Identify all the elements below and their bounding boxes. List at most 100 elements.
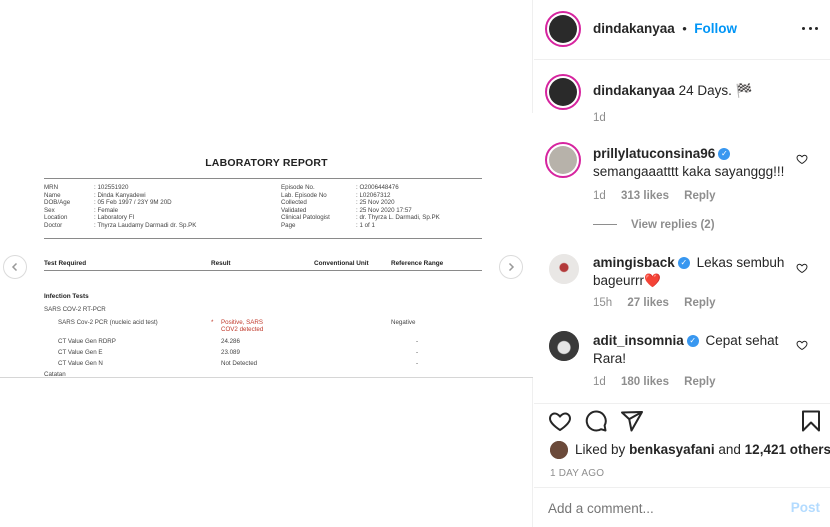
heart-emoji: ❤️ [644, 273, 661, 288]
report-field-value: : 25 Nov 2020 17:57 [356, 206, 412, 214]
caption-time: 1d [593, 112, 606, 124]
report-field-label: Name [44, 191, 61, 199]
report-field-value: : L02067312 [356, 191, 391, 199]
result-reference: - [416, 349, 419, 356]
author-username[interactable]: dindakanyaa [593, 21, 675, 36]
comment-input[interactable] [548, 498, 778, 518]
result-value-line2: COV2 detected [221, 326, 264, 333]
next-slide-button[interactable] [499, 255, 523, 279]
col-unit: Conventional Unit [314, 260, 369, 267]
comment-meta: 1d 313 likes Reply [593, 190, 716, 202]
post-media: LABORATORY REPORT MRN: 102551920 Name: Di… [0, 0, 533, 527]
report-field-value: : Thyrza Laudamy Darmadi dr. Sp.PK [94, 222, 197, 229]
caption: dindakanyaa 24 Days. 🏁 [593, 82, 752, 100]
report-field-label: Clinical Patologist [281, 214, 330, 222]
comment-like-heart-icon[interactable] [796, 262, 808, 274]
reply-button[interactable]: Reply [684, 376, 715, 388]
report-divider [44, 178, 482, 179]
report-field-label: Lab. Episode No [281, 191, 327, 199]
comment-like-heart-icon[interactable] [796, 339, 808, 351]
report-field-value: : O2006448476 [356, 184, 399, 191]
comment-text: semangaaatttt kaka sayanggg!!! [593, 164, 785, 179]
comment: prillylatuconsina96 ✓ semangaaatttt kaka … [593, 145, 793, 181]
verified-icon: ✓ [718, 148, 731, 161]
result-test-name: CT Value Gen RDRP [58, 338, 116, 345]
comment: amingisback ✓ Lekas sembuh bageurrr❤️ [593, 254, 798, 290]
report-field-label: Location [44, 214, 68, 222]
comment-time: 15h [593, 297, 613, 309]
bookmark-icon[interactable] [799, 409, 823, 433]
likes-and: and [718, 442, 741, 457]
comment: adit_insomnia ✓ Cepat sehat Rara! [593, 332, 798, 368]
result-value: 24.286 [221, 338, 240, 345]
report-field-value: : Laboratory FI [94, 214, 135, 222]
comment-username[interactable]: adit_insomnia [593, 333, 684, 348]
more-icon [802, 26, 805, 30]
comment-avatar[interactable] [545, 142, 581, 178]
comment-avatar[interactable] [549, 331, 579, 361]
result-value: 23.089 [221, 349, 240, 356]
report-divider [44, 238, 482, 239]
caption-avatar[interactable] [545, 74, 581, 110]
author-avatar[interactable] [545, 11, 581, 47]
view-replies-label[interactable]: View replies (2) [631, 219, 715, 231]
share-icon[interactable] [620, 409, 644, 433]
caption-username[interactable]: dindakanyaa [593, 83, 675, 98]
post-comment-button[interactable]: Post [791, 500, 820, 515]
comment-icon[interactable] [584, 409, 608, 433]
liker-avatar[interactable] [550, 441, 568, 459]
comment-meta: 15h 27 likes Reply [593, 297, 716, 309]
report-field-label: Doctor [44, 222, 63, 229]
report-field-label: Page [281, 222, 296, 229]
replies-line [593, 224, 617, 226]
section-infection-tests: Infection Tests [44, 293, 89, 300]
result-reference: - [416, 360, 419, 367]
comment-time: 1d [593, 190, 606, 202]
verified-icon: ✓ [686, 335, 699, 348]
result-flag: * [211, 319, 214, 326]
report-field-value: : 25 Nov 2020 [356, 199, 395, 207]
liker-username[interactable]: benkasyafani [629, 442, 715, 457]
heart-icon[interactable] [548, 409, 572, 433]
lab-report-image: LABORATORY REPORT MRN: 102551920 Name: Di… [0, 113, 533, 378]
follow-button[interactable]: Follow [694, 21, 737, 36]
report-field-value: : dr. Thyrza L. Darmadi, Sp.PK [356, 214, 440, 222]
chevron-left-icon [11, 262, 18, 272]
result-test-name: Catatan [44, 371, 66, 378]
liked-by-prefix: Liked by [575, 442, 626, 457]
result-reference: - [416, 338, 419, 345]
report-field-label: MRN [44, 184, 59, 191]
reply-button[interactable]: Reply [684, 190, 715, 202]
result-test-name: SARS Cov-2 PCR (nucleic acid test) [58, 319, 158, 326]
post-sidebar: dindakanyaa • Follow dindakanyaa 24 Days… [534, 0, 830, 527]
col-test-required: Test Required [44, 260, 87, 267]
col-result: Result [211, 260, 231, 267]
report-field-value: : 102551920 [94, 184, 129, 191]
post-time: 1 DAY AGO [550, 468, 605, 479]
subsection-sars-cov2: SARS COV-2 RT-PCR [44, 306, 106, 313]
col-reference: Reference Range [391, 260, 444, 267]
more-options-button[interactable] [802, 18, 818, 38]
comment-likes[interactable]: 313 likes [621, 190, 669, 202]
separator-dot: • [682, 21, 687, 36]
report-divider [44, 270, 482, 271]
caption-text: 24 Days. 🏁 [678, 83, 753, 98]
result-test-name: CT Value Gen E [58, 349, 103, 356]
comment-likes[interactable]: 180 likes [621, 376, 669, 388]
result-value: Not Detected [221, 360, 258, 367]
comment-likes[interactable]: 27 likes [627, 297, 669, 309]
prev-slide-button[interactable] [3, 255, 27, 279]
result-test-name: CT Value Gen N [58, 360, 103, 367]
likes-others[interactable]: 12,421 others [745, 442, 830, 457]
report-field-value: : Female [94, 206, 119, 214]
view-replies[interactable]: View replies (2) [593, 219, 715, 231]
comment-time: 1d [593, 376, 606, 388]
report-field-value: : 05 Feb 1997 / 23Y 9M 20D [94, 199, 172, 207]
comment-like-heart-icon[interactable] [796, 153, 808, 165]
report-field-label: Sex [44, 206, 55, 214]
reply-button[interactable]: Reply [684, 297, 715, 309]
report-field-label: DOB/Age [44, 199, 71, 207]
comment-username[interactable]: amingisback [593, 255, 675, 270]
comment-avatar[interactable] [549, 254, 579, 284]
comment-username[interactable]: prillylatuconsina96 [593, 146, 715, 161]
